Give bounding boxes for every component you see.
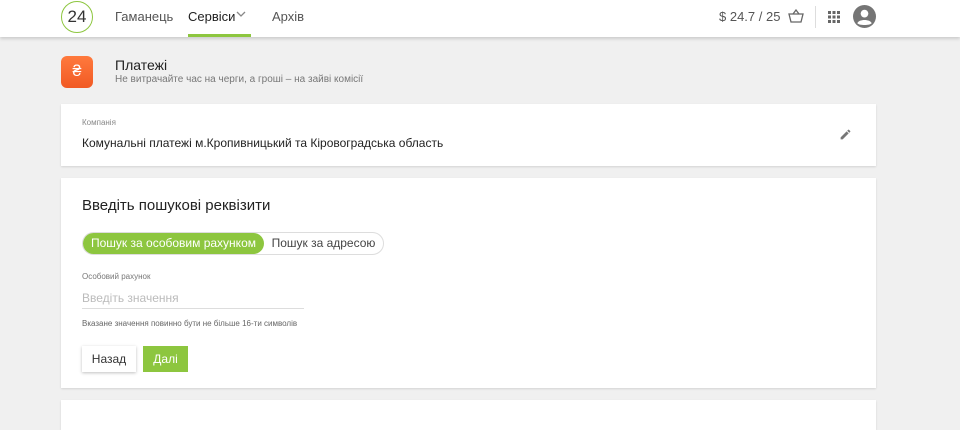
logo[interactable]: 24 [61,1,93,33]
search-heading: Введіть пошукові реквізити [82,197,271,214]
page-title: Платежі [115,57,168,73]
chevron-down-icon[interactable] [236,11,246,18]
avatar-icon[interactable] [853,5,876,28]
payments-icon: ₴ [61,56,93,88]
account-input[interactable] [82,288,304,309]
next-button[interactable]: Далі [143,346,188,372]
top-header: 24 Гаманець Сервіси Архів $ 24.7 / 25 [0,0,960,37]
account-field-label: Особовий рахунок [82,272,151,281]
balance-display: $ 24.7 / 25 [719,9,781,24]
tab-search-by-account[interactable]: Пошук за особовим рахунком [83,233,264,254]
nav-item-services[interactable]: Сервіси [188,9,235,24]
apps-grid-icon[interactable] [828,11,840,23]
next-section-card [61,400,876,430]
basket-icon[interactable] [788,9,804,23]
company-value: Комунальні платежі м.Кропивницький та Кі… [82,136,444,150]
nav-item-archive[interactable]: Архів [272,9,304,24]
search-card: Введіть пошукові реквізити Пошук за особ… [61,178,876,388]
page-subtitle: Не витрачайте час на черги, а гроші – на… [115,74,364,85]
tab-search-by-address[interactable]: Пошук за адресою [264,233,383,254]
nav-item-wallet[interactable]: Гаманець [115,9,173,24]
back-button[interactable]: Назад [82,346,136,372]
account-field-hint: Вказане значення повинно бути не більше … [82,319,298,328]
active-nav-indicator [188,34,251,37]
company-label: Компанія [82,118,116,127]
search-mode-toggle: Пошук за особовим рахунком Пошук за адре… [82,232,384,255]
edit-icon[interactable] [839,128,852,141]
header-divider [815,6,816,28]
company-card: Компанія Комунальні платежі м.Кропивниць… [61,104,876,166]
